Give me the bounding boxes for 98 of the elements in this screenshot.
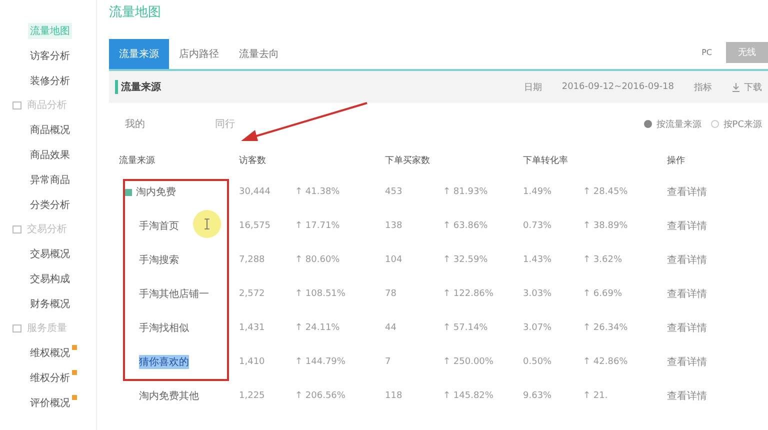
- table-cell-text: ↑ 41.38%: [295, 187, 341, 197]
- table-cell-text: ↑ 81.93%: [443, 187, 489, 197]
- sidebar-group-label: 交易分析: [27, 222, 67, 236]
- column-header: 操作: [667, 154, 686, 166]
- radio-button[interactable]: [711, 120, 720, 128]
- table-cell-text: 7,288: [239, 255, 266, 265]
- table-cell-text: 1,225: [239, 391, 266, 401]
- sidebar-item[interactable]: 交易构成: [30, 272, 70, 286]
- source-cell-text: 淘内免费其他: [139, 390, 199, 403]
- page-title: 流量地图: [109, 4, 162, 22]
- table-cell-text: 1,431: [239, 323, 266, 333]
- table-cell-text: ↑ 38.89%: [583, 221, 629, 231]
- sidebar-group-label: 服务质量: [27, 322, 67, 335]
- table-cell-text: ↑ 206.56%: [295, 391, 346, 401]
- date-range[interactable]: 2016-09-12~2016-09-18: [562, 82, 674, 92]
- section-title: 流量来源: [115, 80, 161, 94]
- table-cell-text: 2,572: [239, 289, 266, 299]
- table-cell-text: 16,575: [239, 221, 272, 231]
- table-cell-text: ↑ 6.69%: [583, 289, 623, 299]
- table-cell-text: 78: [385, 289, 398, 299]
- sidebar-item[interactable]: 访客分析: [30, 48, 70, 62]
- table-cell-text: ↑ 108.51%: [295, 289, 346, 299]
- source-cell-text: 淘内免费: [136, 186, 176, 199]
- source-cell-text: 手淘找相似: [139, 322, 189, 335]
- table-cell-text: 30,444: [239, 187, 272, 197]
- table-cell-text: 453: [385, 187, 404, 197]
- table-cell-text: 3.03%: [523, 289, 553, 299]
- table-cell-text: ↑ 80.60%: [295, 255, 341, 265]
- sidebar-item[interactable]: 分类分析: [30, 198, 70, 212]
- expand-icon[interactable]: [125, 188, 132, 196]
- table-cell-text: 7: [385, 357, 392, 367]
- details-link[interactable]: 查看详情: [667, 219, 768, 233]
- sidebar-item[interactable]: 商品效果: [30, 148, 70, 162]
- details-link[interactable]: 查看详情: [667, 389, 768, 403]
- table-cell-text: 0.50%: [523, 357, 553, 367]
- tab[interactable]: 流量去向: [229, 39, 289, 69]
- sidebar-item[interactable]: 装修分析: [30, 74, 70, 88]
- details-link[interactable]: 查看详情: [667, 355, 768, 369]
- metric-button[interactable]: 指标: [694, 80, 712, 94]
- sidebar-item[interactable]: 财务概况: [30, 296, 70, 310]
- sidebar-item[interactable]: 商品概况: [30, 122, 70, 136]
- sidebar-item[interactable]: 维权概况: [30, 346, 70, 360]
- table-cell-text: 0.73%: [523, 221, 553, 231]
- table-cell-text: 138: [385, 221, 404, 231]
- source-cell-text: 手淘首页: [139, 220, 179, 233]
- table-cell-text: 44: [385, 323, 398, 333]
- source-cell-text: 手淘其他店铺一: [139, 288, 209, 301]
- column-header: 流量来源: [119, 154, 156, 166]
- column-header: 下单转化率: [523, 154, 569, 166]
- table-cell-text: ↑ 145.82%: [443, 391, 494, 401]
- column-header: 访客数: [239, 154, 267, 166]
- download-button[interactable]: 下载: [744, 80, 762, 94]
- subtab[interactable]: 同行: [205, 115, 245, 133]
- table-cell-text: ↑ 26.34%: [583, 323, 629, 333]
- sidebar-group-label: 商品分析: [27, 98, 67, 112]
- table-cell-text: ↑ 21.: [583, 391, 609, 401]
- table-cell-text: ↑ 28.45%: [583, 187, 629, 197]
- table-cell-text: 1.49%: [523, 187, 553, 197]
- table-cell-text: 1.43%: [523, 255, 553, 265]
- source-cell-text: 手淘搜索: [139, 254, 179, 267]
- category-icon: [12, 100, 22, 110]
- category-icon: [12, 224, 22, 234]
- table-cell-text: 3.07%: [523, 323, 553, 333]
- tab[interactable]: 流量来源: [109, 39, 169, 69]
- sidebar-item[interactable]: 交易概况: [30, 246, 70, 260]
- table-cell-text: ↑ 250.00%: [443, 357, 494, 367]
- category-icon: [12, 323, 22, 333]
- table-cell-text: ↑ 17.71%: [295, 221, 341, 231]
- radio-label: 按PC来源: [723, 118, 762, 130]
- column-header: 下单买家数: [385, 154, 431, 166]
- table-cell-text: ↑ 32.59%: [443, 255, 489, 265]
- table-cell-text: ↑ 144.79%: [295, 357, 346, 367]
- details-link[interactable]: 查看详情: [667, 321, 768, 335]
- table-cell-text: ↑ 24.11%: [295, 323, 341, 333]
- details-link[interactable]: 查看详情: [667, 185, 768, 199]
- tab[interactable]: 店内路径: [169, 39, 229, 69]
- table-cell-text: 118: [385, 391, 404, 401]
- table-cell-text: 9.63%: [523, 391, 553, 401]
- table-cell-text: ↑ 122.86%: [443, 289, 494, 299]
- table-cell-text: 104: [385, 255, 404, 265]
- table-cell-text: 1,410: [239, 357, 266, 367]
- table-cell-text: ↑ 3.62%: [583, 255, 623, 265]
- source-cell: 猜你喜欢的: [139, 355, 189, 369]
- details-link[interactable]: 查看详情: [667, 287, 768, 301]
- cursor-highlight-icon: [193, 210, 221, 238]
- sidebar-item[interactable]: 评价概况: [30, 396, 70, 410]
- subtab[interactable]: 我的: [115, 115, 155, 133]
- table-cell-text: ↑ 42.86%: [583, 357, 629, 367]
- radio-button[interactable]: [644, 120, 652, 128]
- device-label[interactable]: PC: [702, 48, 712, 57]
- sidebar-item[interactable]: 维权分析: [30, 370, 70, 384]
- table-cell-text: ↑ 63.86%: [443, 221, 489, 231]
- details-link[interactable]: 查看详情: [667, 253, 768, 267]
- download-icon[interactable]: [732, 82, 740, 92]
- radio-label: 按流量来源: [656, 118, 702, 130]
- table-cell-text: ↑ 57.14%: [443, 323, 489, 333]
- sidebar-item[interactable]: 异常商品: [30, 172, 70, 186]
- date-label: 日期: [524, 82, 542, 94]
